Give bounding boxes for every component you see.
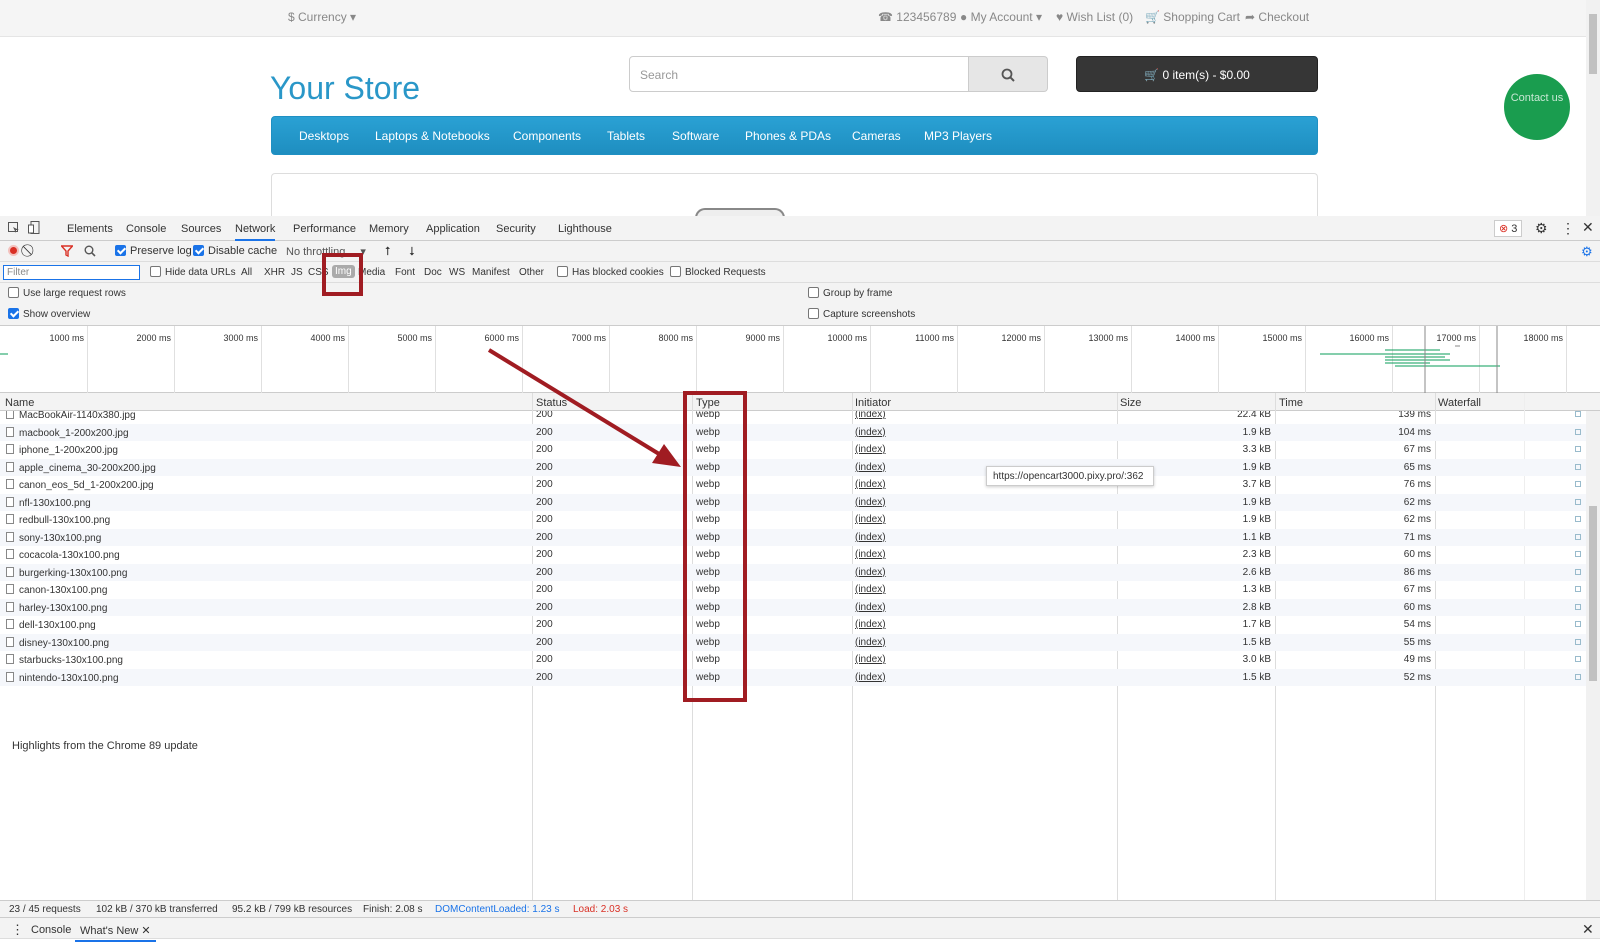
resources-size: 95.2 kB / 799 kB resources — [232, 904, 353, 915]
network-status-bar: 23 / 45 requests 102 kB / 370 kB transfe… — [0, 900, 1600, 917]
load-time: Load: 2.03 s — [573, 904, 629, 915]
annotation-arrow — [487, 348, 681, 467]
close-drawer-icon[interactable]: ✕ — [1582, 921, 1594, 938]
transferred-size: 102 kB / 370 kB transferred — [96, 904, 218, 915]
drawer-tab-whats-new[interactable]: What's New ✕ — [75, 924, 156, 942]
drawer-tab-console[interactable]: Console — [31, 924, 71, 936]
finish-time: Finish: 2.08 s — [363, 904, 423, 915]
requests-count: 23 / 45 requests — [9, 904, 81, 915]
dom-content-loaded: DOMContentLoaded: 1.23 s — [435, 904, 560, 915]
drawer-menu-icon[interactable]: ⋮ — [11, 922, 24, 938]
drawer-tabbar: ⋮ Console What's New ✕ ✕ — [0, 917, 1600, 942]
close-tab-icon[interactable]: ✕ — [141, 925, 150, 937]
